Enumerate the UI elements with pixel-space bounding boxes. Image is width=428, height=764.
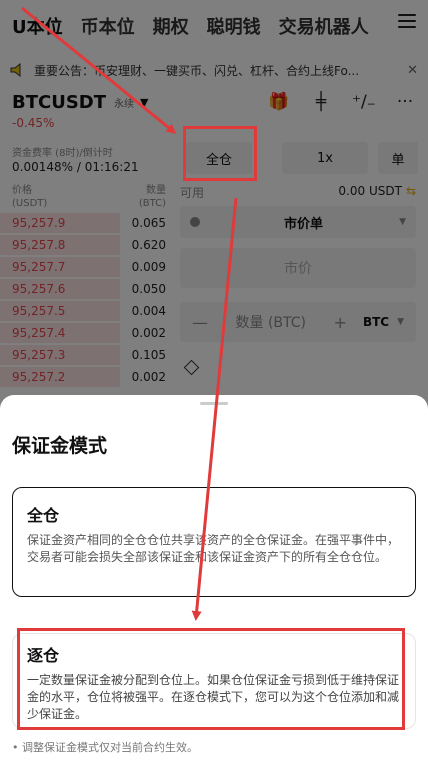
highlight-box-margin-mode bbox=[183, 126, 257, 181]
highlight-box-isolated bbox=[17, 628, 405, 730]
cross-margin-description: 保证金资产相同的全仓仓位共享该资产的全仓保证金。在强平事件中，交易者可能会损失全… bbox=[27, 533, 400, 564]
sheet-handle[interactable] bbox=[200, 402, 228, 405]
sheet-title: 保证金模式 bbox=[12, 435, 108, 457]
cross-margin-option[interactable]: 全仓 保证金资产相同的全仓仓位共享该资产的全仓保证金。在强平事件中，交易者可能会… bbox=[12, 487, 416, 597]
margin-mode-note: • 调整保证金模式仅对当前合约生效。 bbox=[12, 741, 198, 754]
cross-margin-title: 全仓 bbox=[27, 506, 60, 525]
